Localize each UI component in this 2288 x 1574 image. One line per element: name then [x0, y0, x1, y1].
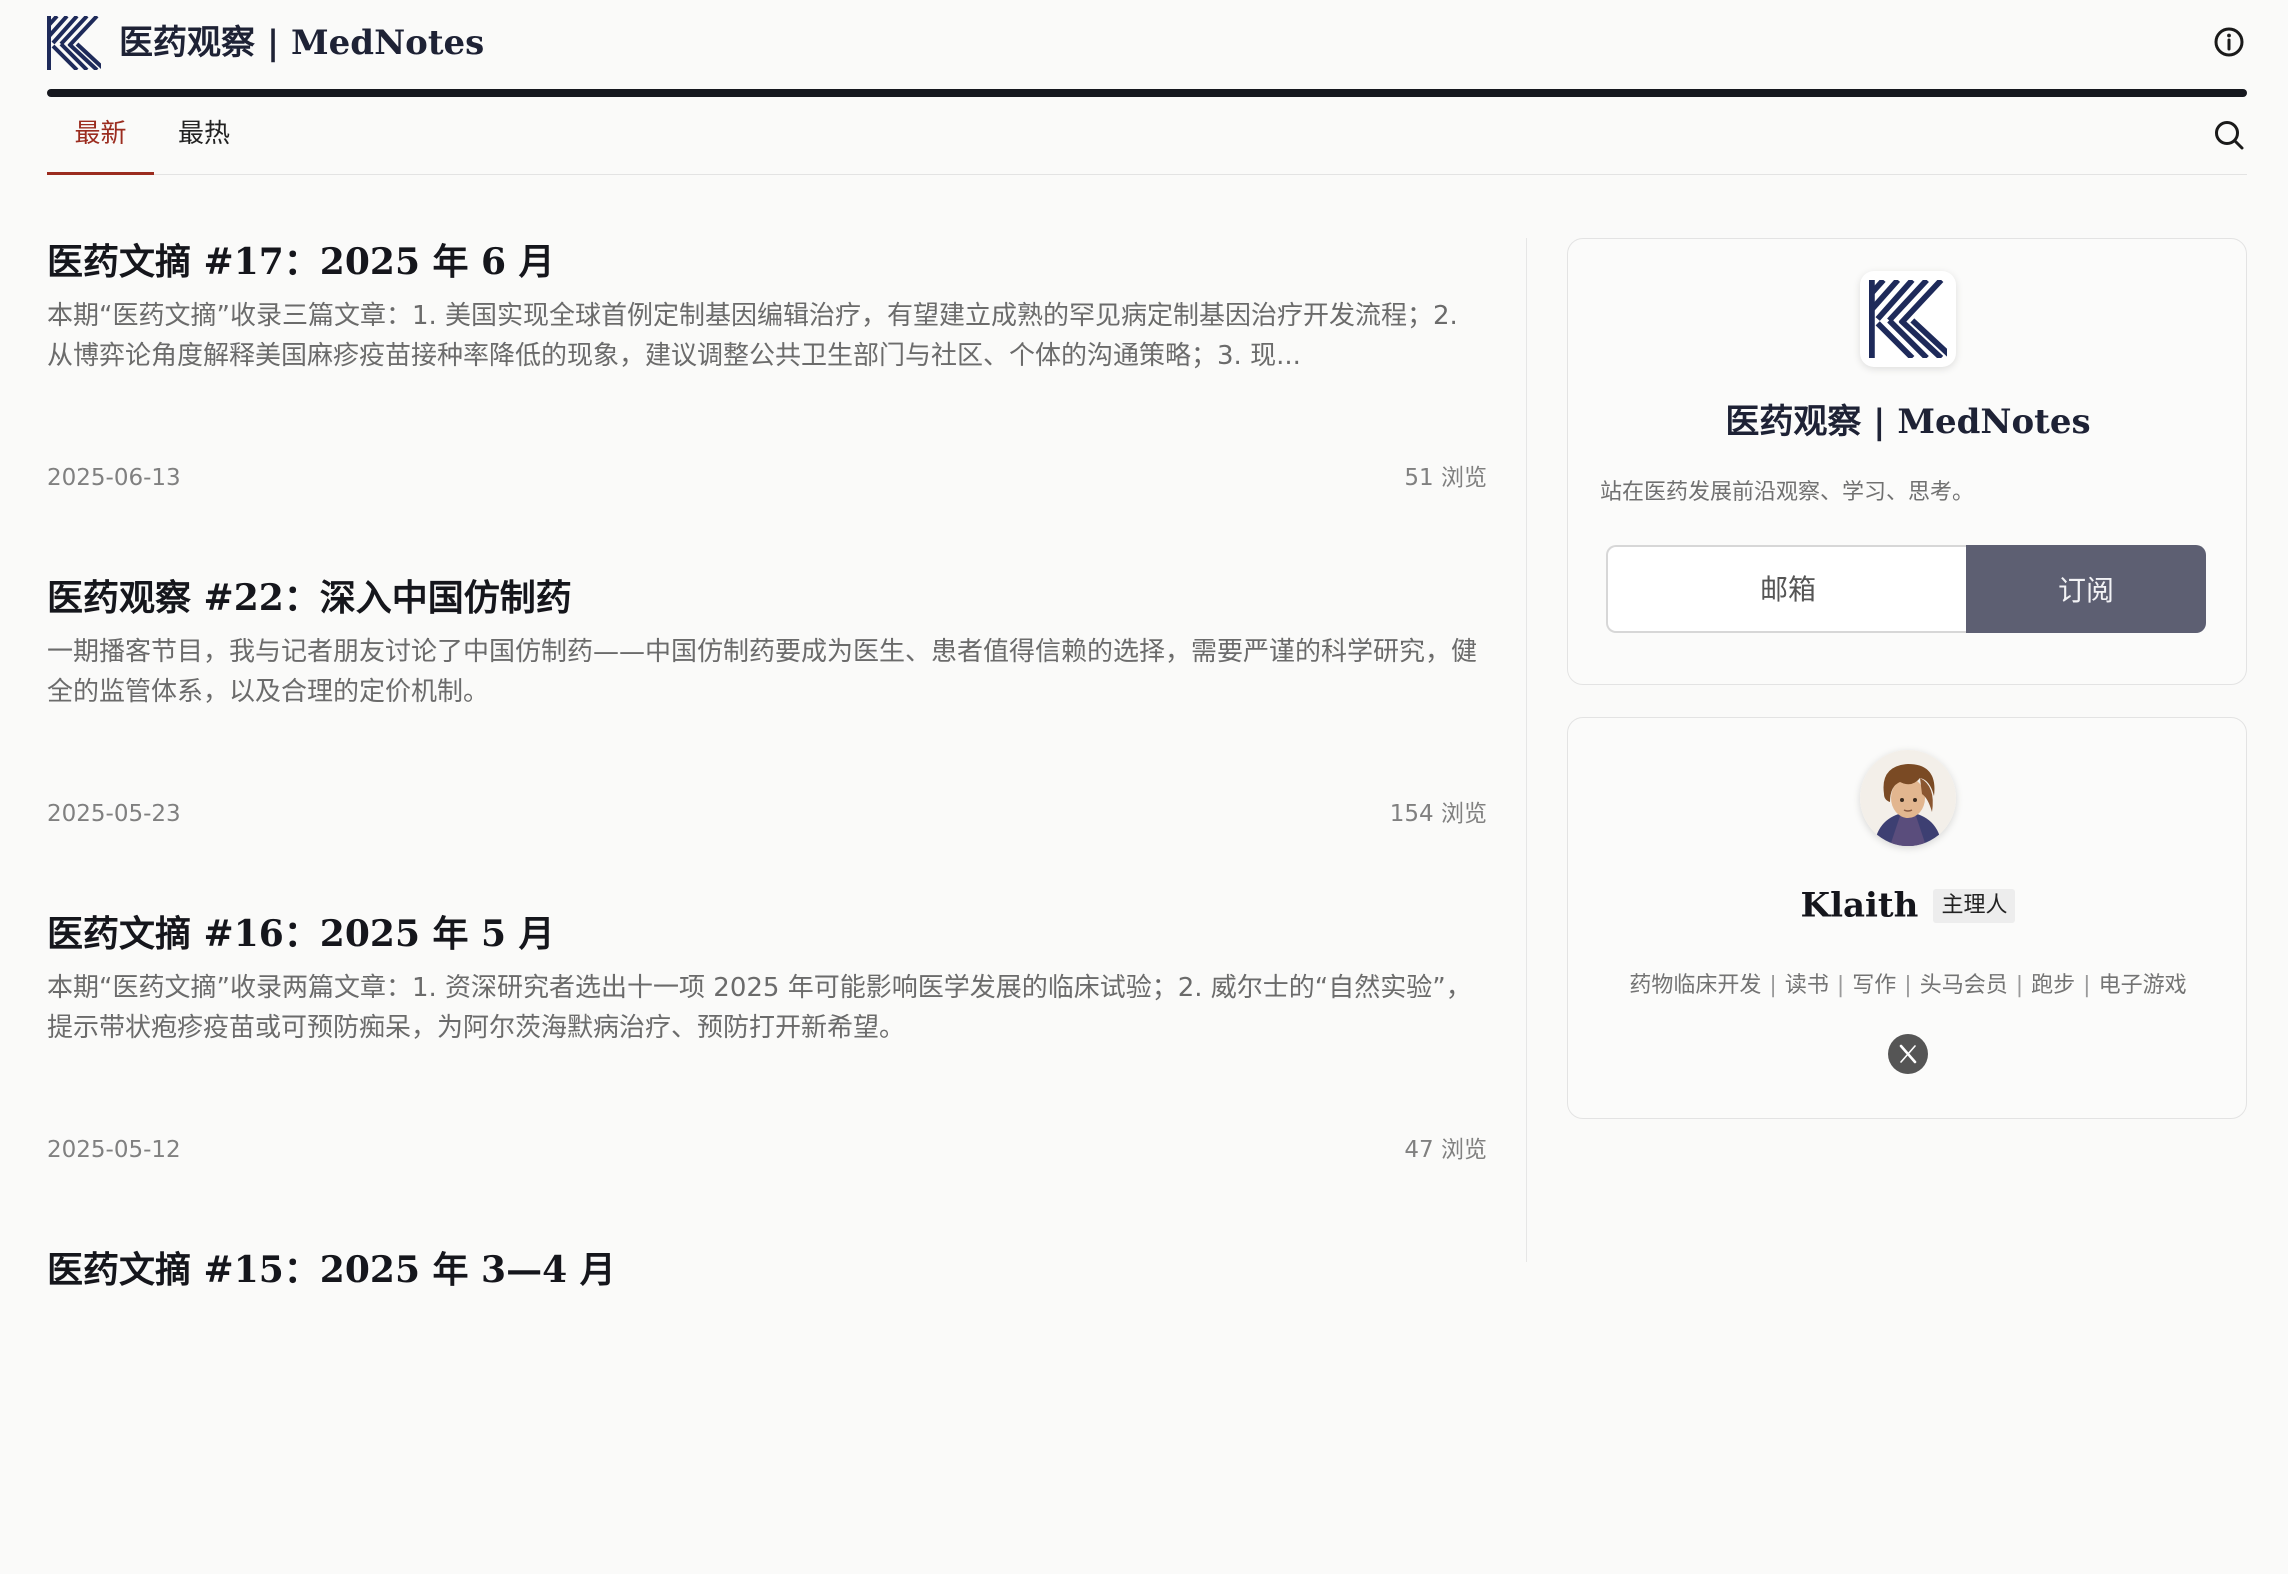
author-heading: Klaith 主理人	[1568, 880, 2248, 931]
mednotes-logo-icon[interactable]	[47, 16, 101, 70]
article-views: 47 浏览	[1404, 1137, 1487, 1163]
author-tag: 读书	[1784, 973, 1829, 998]
page: 医药观察 | MedNotes 最新 最热 医药文摘 #17：2025 年 6 …	[47, 0, 2247, 1291]
article-item[interactable]: 医药文摘 #16：2025 年 5 月 本期“医药文摘”收录两篇文章：1. 资深…	[47, 902, 1487, 1238]
author-tag: 写作	[1852, 973, 1897, 998]
column-divider	[1526, 238, 1527, 1262]
author-tag: 电子游戏	[2098, 973, 2187, 998]
article-title[interactable]: 医药文摘 #16：2025 年 5 月	[47, 902, 555, 966]
tag-separator: |	[2083, 973, 2091, 998]
tab-hot[interactable]: 最热	[154, 97, 254, 175]
author-tags: 药物临床开发 | 读书 | 写作 | 头马会员 | 跑步 | 电子游戏	[1568, 966, 2248, 1006]
tab-bar: 最新 最热	[47, 97, 2247, 175]
author-tag: 跑步	[2031, 973, 2076, 998]
article-title[interactable]: 医药文摘 #17：2025 年 6 月	[47, 230, 555, 294]
header-divider	[47, 89, 2247, 97]
article-item[interactable]: 医药文摘 #15：2025 年 3—4 月	[47, 1238, 1487, 1574]
author-tag: 头马会员	[1919, 973, 2008, 998]
author-card: Klaith 主理人 药物临床开发 | 读书 | 写作 | 头马会员 | 跑步 | 电子游戏	[1567, 717, 2247, 1119]
article-item[interactable]: 医药观察 #22：深入中国仿制药 一期播客节目，我与记者朋友讨论了中国仿制药——…	[47, 566, 1487, 902]
author-name: Klaith	[1800, 885, 1919, 926]
x-social-link[interactable]	[1888, 1034, 1928, 1074]
subscribe-button[interactable]: 订阅	[1966, 545, 2206, 633]
article-date: 2025-05-23	[47, 801, 181, 827]
site-info-card: 医药观察 | MedNotes 站在医药发展前沿观察、学习、思考。 订阅	[1567, 238, 2247, 685]
site-tagline: 站在医药发展前沿观察、学习、思考。	[1600, 480, 1975, 505]
card-site-title: 医药观察 | MedNotes	[1725, 402, 2091, 442]
tag-separator: |	[1769, 973, 1777, 998]
article-excerpt: 一期播客节目，我与记者朋友讨论了中国仿制药——中国仿制药要成为医生、患者值得信赖…	[47, 637, 1478, 707]
search-icon[interactable]	[2211, 117, 2247, 153]
avatar	[1860, 750, 1956, 846]
author-role-badge: 主理人	[1933, 888, 2016, 923]
article-date: 2025-06-13	[47, 465, 181, 491]
tag-separator: |	[1836, 973, 1845, 998]
article-views: 154 浏览	[1389, 801, 1487, 827]
site-logo	[1860, 271, 1956, 367]
article-date: 2025-05-12	[47, 1137, 181, 1163]
author-tag: 药物临床开发	[1629, 973, 1762, 998]
tag-separator: |	[1904, 973, 1912, 998]
article-views: 51 浏览	[1404, 465, 1487, 491]
email-field[interactable]	[1606, 545, 1968, 633]
tag-separator: |	[2015, 973, 2024, 998]
site-header: 医药观察 | MedNotes	[47, 0, 2247, 97]
x-logo-icon	[1899, 1044, 1917, 1064]
article-excerpt: 本期“医药文摘”收录两篇文章：1. 资深研究者选出十一项 2025 年可能影响医…	[47, 973, 1472, 1043]
article-title[interactable]: 医药观察 #22：深入中国仿制药	[47, 566, 572, 630]
tab-latest[interactable]: 最新	[47, 97, 154, 175]
article-title[interactable]: 医药文摘 #15：2025 年 3—4 月	[47, 1238, 616, 1302]
site-title[interactable]: 医药观察 | MedNotes	[119, 16, 484, 70]
article-list: 医药文摘 #17：2025 年 6 月 本期“医药文摘”收录三篇文章：1. 美国…	[47, 230, 1487, 1574]
article-item[interactable]: 医药文摘 #17：2025 年 6 月 本期“医药文摘”收录三篇文章：1. 美国…	[47, 230, 1487, 566]
article-excerpt: 本期“医药文摘”收录三篇文章：1. 美国实现全球首例定制基因编辑治疗，有望建立成…	[47, 301, 1458, 371]
avatar-image	[1860, 750, 1956, 846]
mednotes-logo-icon	[1869, 280, 1947, 358]
subscribe-form: 订阅	[1606, 545, 2206, 633]
info-icon[interactable]	[2211, 24, 2247, 60]
